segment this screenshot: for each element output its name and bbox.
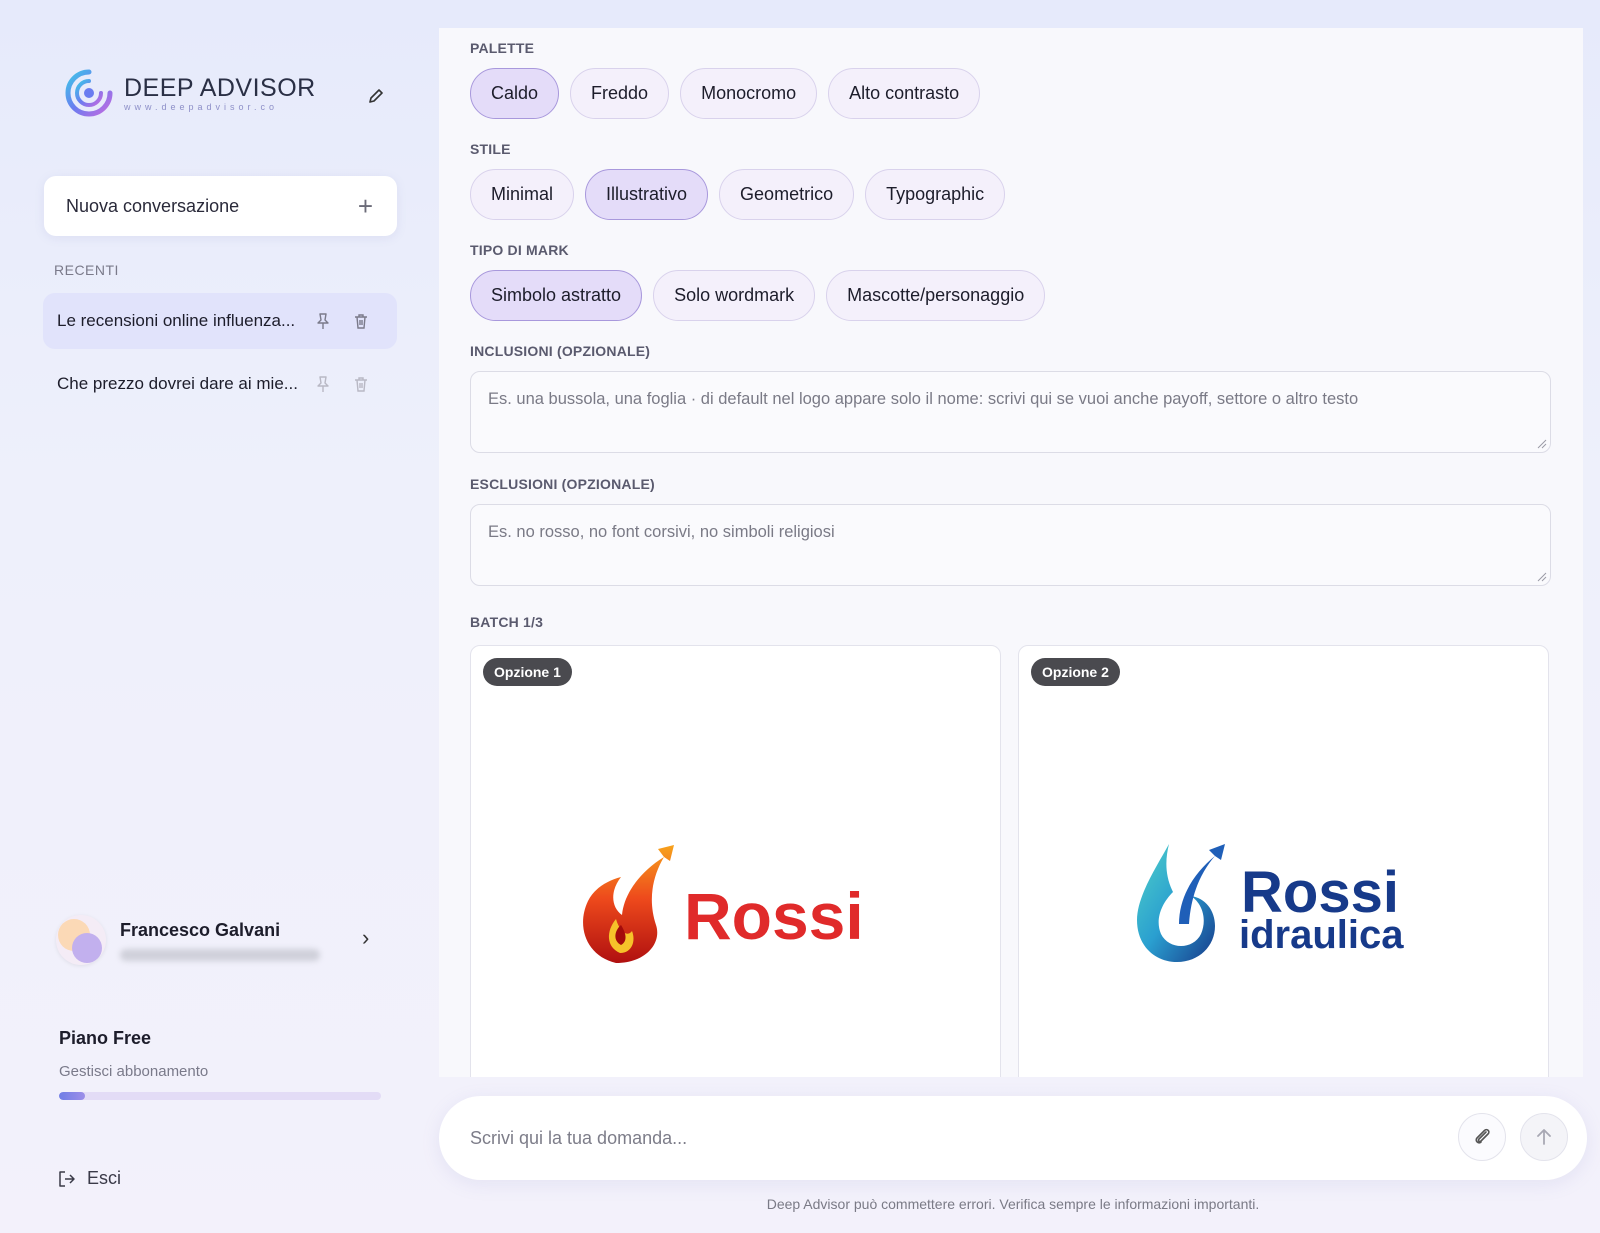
exclusions-placeholder: Es. no rosso, no font corsivi, no simbol… — [488, 523, 835, 541]
deep-advisor-logo-icon — [65, 69, 113, 117]
style-chip-illustrativo[interactable]: Illustrativo — [585, 169, 709, 220]
user-name: Francesco Galvani — [120, 919, 281, 940]
conversation-title: Le recensioni online influenza... — [57, 311, 296, 330]
plan-name: Piano Free — [59, 1028, 152, 1048]
palette-chip-monocromo[interactable]: Monocromo — [680, 68, 818, 119]
paperclip-icon — [1475, 1128, 1490, 1144]
manage-subscription-link[interactable]: Gestisci abbonamento — [59, 1063, 208, 1080]
option-badge: Opzione 2 — [1031, 658, 1120, 686]
resize-handle-icon[interactable] — [1537, 572, 1547, 582]
new-conversation-label: Nuova conversazione — [66, 195, 240, 216]
rossi-logo-1-wordmark: Rossi — [684, 879, 864, 953]
arrow-up-icon — [1537, 1129, 1551, 1145]
mark-chip-solo-wordmark[interactable]: Solo wordmark — [653, 270, 816, 321]
new-conversation-button[interactable]: Nuova conversazione + — [44, 176, 397, 236]
style-chip-minimal[interactable]: Minimal — [470, 169, 575, 220]
palette-options: Caldo Freddo Monocromo Alto contrasto — [470, 68, 981, 119]
plan-usage-bar — [59, 1092, 381, 1100]
palette-chip-caldo[interactable]: Caldo — [470, 68, 560, 119]
logout-label: Esci — [87, 1168, 122, 1188]
chat-input-bar: Scrivi qui la tua domanda... — [439, 1096, 1587, 1180]
mark-chip-mascotte[interactable]: Mascotte/personaggio — [826, 270, 1046, 321]
inclusions-textarea[interactable]: Es. una bussola, una foglia · di default… — [470, 371, 1551, 453]
palette-chip-freddo[interactable]: Freddo — [570, 68, 670, 119]
option-badge: Opzione 1 — [483, 658, 572, 686]
edit-icon[interactable] — [364, 84, 388, 108]
disclaimer-text: Deep Advisor può commettere errori. Veri… — [766, 1196, 1260, 1212]
style-chip-geometrico[interactable]: Geometrico — [719, 169, 855, 220]
style-options: Minimal Illustrativo Geometrico Typograp… — [470, 169, 1006, 220]
recent-section-label: RECENTI — [54, 262, 119, 278]
resize-handle-icon[interactable] — [1537, 439, 1547, 449]
conversation-item[interactable]: Le recensioni online influenza... — [43, 293, 397, 349]
exclusions-textarea[interactable]: Es. no rosso, no font corsivi, no simbol… — [470, 504, 1551, 586]
sidebar: DEEP ADVISOR www.deepadvisor.co Nuova co… — [0, 0, 440, 1233]
rossi-logo-2-subtext: idraulica — [1239, 913, 1404, 957]
brand-title: DEEP ADVISOR — [124, 73, 316, 102]
rossi-logo-2-image: Rossi idraulica — [1137, 844, 1404, 962]
logo-option-card[interactable]: Opzione 2 Rossi idraulica — [1018, 645, 1549, 1077]
inclusions-label: INCLUSIONI (OPZIONALE) — [470, 343, 651, 359]
logo-option-card[interactable]: Opzione 1 Rossi — [470, 645, 1001, 1077]
plan-usage-fill — [59, 1092, 85, 1100]
user-profile[interactable]: Francesco Galvani › — [56, 915, 376, 965]
logo-generator-panel: PALETTE Caldo Freddo Monocromo Alto cont… — [439, 28, 1583, 1077]
plus-icon: + — [357, 191, 373, 221]
trash-icon[interactable] — [351, 311, 371, 331]
batch-label: BATCH 1/3 — [470, 614, 544, 630]
style-label: STILE — [470, 141, 511, 157]
avatar — [56, 915, 106, 965]
pin-icon[interactable] — [313, 374, 333, 394]
chat-input[interactable]: Scrivi qui la tua domanda... — [470, 1128, 687, 1149]
conversation-item[interactable]: Che prezzo dovrei dare ai mie... — [43, 356, 397, 412]
send-button[interactable] — [1520, 1113, 1568, 1161]
mark-chip-simbolo-astratto[interactable]: Simbolo astratto — [470, 270, 643, 321]
logout-button[interactable]: Esci — [57, 1168, 121, 1189]
pin-icon[interactable] — [313, 311, 333, 331]
palette-label: PALETTE — [470, 40, 535, 56]
chevron-right-icon: › — [362, 925, 370, 950]
palette-chip-alto-contrasto[interactable]: Alto contrasto — [828, 68, 981, 119]
logout-icon — [59, 1170, 75, 1187]
user-email-blurred — [120, 948, 320, 961]
attach-button[interactable] — [1458, 1113, 1506, 1161]
mark-type-options: Simbolo astratto Solo wordmark Mascotte/… — [470, 270, 1046, 321]
trash-icon[interactable] — [351, 374, 371, 394]
conversation-title: Che prezzo dovrei dare ai mie... — [57, 374, 298, 393]
rossi-logo-1-image: Rossi — [583, 845, 864, 963]
mark-type-label: TIPO DI MARK — [470, 242, 569, 258]
inclusions-placeholder: Es. una bussola, una foglia · di default… — [488, 390, 1359, 408]
exclusions-label: ESCLUSIONI (OPZIONALE) — [470, 476, 655, 492]
brand-logo[interactable]: DEEP ADVISOR www.deepadvisor.co — [64, 68, 316, 118]
brand-subtitle: www.deepadvisor.co — [124, 101, 279, 112]
style-chip-typographic[interactable]: Typographic — [865, 169, 1006, 220]
